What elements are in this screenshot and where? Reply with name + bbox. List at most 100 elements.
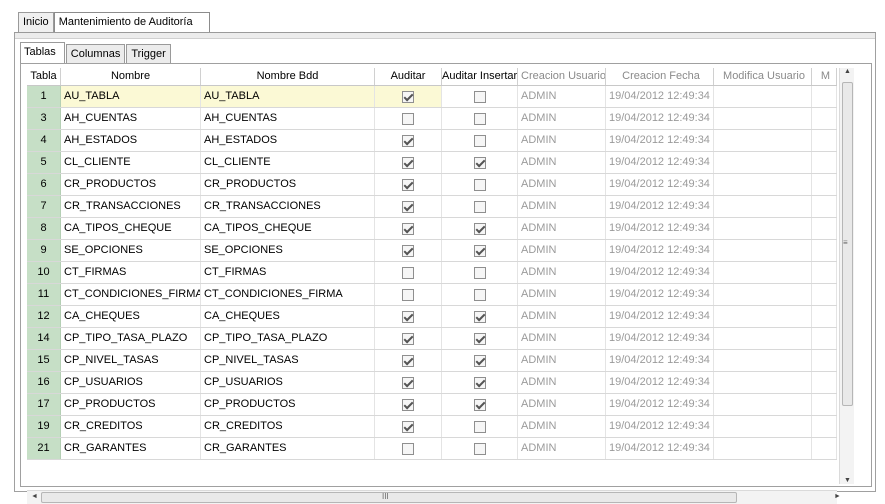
row-modifica-usuario-cell[interactable] [714, 284, 812, 305]
auditar-checkbox[interactable] [402, 266, 414, 279]
row-creacion-usuario-cell[interactable]: ADMIN [518, 130, 606, 151]
column-header-tabla[interactable]: Tabla [27, 68, 61, 85]
row-auditar-insertar-cell[interactable] [442, 218, 518, 239]
row-creacion-fecha-cell[interactable]: 19/04/2012 12:49:34 p. [606, 284, 714, 305]
row-creacion-usuario-cell[interactable]: ADMIN [518, 152, 606, 173]
row-auditar-cell[interactable] [375, 394, 442, 415]
auditar-checkbox[interactable] [402, 420, 414, 433]
row-modifica-fecha-cell[interactable] [812, 328, 837, 349]
row-creacion-fecha-cell[interactable]: 19/04/2012 12:49:34 p. [606, 262, 714, 283]
row-creacion-usuario-cell[interactable]: ADMIN [518, 86, 606, 107]
row-nombre-cell[interactable]: AH_CUENTAS [61, 108, 201, 129]
row-modifica-usuario-cell[interactable] [714, 262, 812, 283]
row-modifica-usuario-cell[interactable] [714, 394, 812, 415]
row-creacion-usuario-cell[interactable]: ADMIN [518, 284, 606, 305]
auditar-checkbox[interactable] [402, 244, 414, 257]
column-header-nombre-bdd[interactable]: Nombre Bdd [201, 68, 375, 85]
auditar-checkbox[interactable] [402, 222, 414, 235]
row-auditar-cell[interactable] [375, 174, 442, 195]
row-creacion-usuario-cell[interactable]: ADMIN [518, 174, 606, 195]
row-modifica-fecha-cell[interactable] [812, 174, 837, 195]
row-nombre-bdd-cell[interactable]: CR_PRODUCTOS [201, 174, 375, 195]
auditar-insertar-checkbox[interactable] [473, 266, 486, 279]
table-row[interactable]: 21 CR_GARANTES CR_GARANTES ADMIN 19/04/2012 … [27, 438, 837, 460]
row-modifica-fecha-cell[interactable] [812, 394, 837, 415]
row-auditar-insertar-cell[interactable] [442, 328, 518, 349]
row-creacion-usuario-cell[interactable]: ADMIN [518, 416, 606, 437]
row-creacion-usuario-cell[interactable]: ADMIN [518, 240, 606, 261]
auditar-checkbox[interactable] [402, 178, 414, 191]
row-id-cell[interactable]: 6 [27, 174, 61, 195]
auditar-insertar-checkbox[interactable] [473, 288, 486, 301]
row-nombre-cell[interactable]: CA_CHEQUES [61, 306, 201, 327]
row-nombre-cell[interactable]: SE_OPCIONES [61, 240, 201, 261]
row-nombre-bdd-cell[interactable]: SE_OPCIONES [201, 240, 375, 261]
row-nombre-bdd-cell[interactable]: CA_TIPOS_CHEQUE [201, 218, 375, 239]
row-creacion-usuario-cell[interactable]: ADMIN [518, 438, 606, 459]
row-auditar-insertar-cell[interactable] [442, 394, 518, 415]
row-auditar-insertar-cell[interactable] [442, 196, 518, 217]
row-modifica-usuario-cell[interactable] [714, 350, 812, 371]
row-auditar-insertar-cell[interactable] [442, 372, 518, 393]
auditar-checkbox[interactable] [402, 354, 414, 367]
row-auditar-insertar-cell[interactable] [442, 108, 518, 129]
row-id-cell[interactable]: 12 [27, 306, 61, 327]
row-id-cell[interactable]: 19 [27, 416, 61, 437]
column-header-auditar[interactable]: Auditar [375, 68, 442, 85]
table-row[interactable]: 7 CR_TRANSACCIONES CR_TRANSACCIONES ADMIN 19… [27, 196, 837, 218]
row-auditar-insertar-cell[interactable] [442, 350, 518, 371]
auditar-checkbox[interactable] [402, 398, 414, 411]
auditar-checkbox[interactable] [402, 156, 414, 169]
scroll-up-arrow-icon[interactable]: ▲ [840, 68, 855, 75]
row-auditar-insertar-cell[interactable] [442, 284, 518, 305]
row-creacion-usuario-cell[interactable]: ADMIN [518, 108, 606, 129]
auditar-insertar-checkbox[interactable] [473, 200, 486, 213]
tab-trigger[interactable]: Trigger [126, 44, 171, 64]
table-row[interactable]: 6 CR_PRODUCTOS CR_PRODUCTOS ADMIN 19/04/2012… [27, 174, 837, 196]
row-auditar-cell[interactable] [375, 262, 442, 283]
row-auditar-insertar-cell[interactable] [442, 86, 518, 107]
row-creacion-fecha-cell[interactable]: 19/04/2012 12:49:34 p. [606, 416, 714, 437]
row-id-cell[interactable]: 4 [27, 130, 61, 151]
row-modifica-usuario-cell[interactable] [714, 196, 812, 217]
table-row[interactable]: 3 AH_CUENTAS AH_CUENTAS ADMIN 19/04/2012 12:… [27, 108, 837, 130]
auditar-insertar-checkbox[interactable] [473, 90, 486, 103]
auditar-insertar-checkbox[interactable] [473, 310, 486, 323]
row-creacion-fecha-cell[interactable]: 19/04/2012 12:49:34 p. [606, 306, 714, 327]
row-creacion-fecha-cell[interactable]: 19/04/2012 12:49:34 p. [606, 328, 714, 349]
row-creacion-fecha-cell[interactable]: 19/04/2012 12:49:34 p. [606, 108, 714, 129]
column-header-auditar-insertar[interactable]: Auditar Insertar [442, 68, 518, 85]
row-nombre-bdd-cell[interactable]: CA_CHEQUES [201, 306, 375, 327]
row-auditar-cell[interactable] [375, 108, 442, 129]
row-creacion-fecha-cell[interactable]: 19/04/2012 12:49:34 p. [606, 218, 714, 239]
row-auditar-cell[interactable] [375, 416, 442, 437]
row-id-cell[interactable]: 1 [27, 86, 61, 107]
row-creacion-fecha-cell[interactable]: 19/04/2012 12:49:34 p. [606, 350, 714, 371]
auditar-insertar-checkbox[interactable] [473, 420, 486, 433]
auditar-checkbox[interactable] [402, 332, 414, 345]
tab-mantenimiento-auditoria[interactable]: Mantenimiento de Auditoría [53, 12, 210, 34]
table-row[interactable]: 8 CA_TIPOS_CHEQUE CA_TIPOS_CHEQUE ADMIN 19/0… [27, 218, 837, 240]
row-id-cell[interactable]: 14 [27, 328, 61, 349]
row-modifica-fecha-cell[interactable] [812, 130, 837, 151]
auditar-checkbox[interactable] [402, 442, 414, 455]
auditar-checkbox[interactable] [402, 90, 414, 103]
row-modifica-fecha-cell[interactable] [812, 284, 837, 305]
row-id-cell[interactable]: 16 [27, 372, 61, 393]
row-auditar-cell[interactable] [375, 86, 442, 107]
auditar-checkbox[interactable] [402, 112, 414, 125]
row-nombre-bdd-cell[interactable]: AH_ESTADOS [201, 130, 375, 151]
row-auditar-cell[interactable] [375, 240, 442, 261]
auditar-insertar-checkbox[interactable] [473, 354, 486, 367]
row-nombre-cell[interactable]: CR_TRANSACCIONES [61, 196, 201, 217]
row-nombre-cell[interactable]: AH_ESTADOS [61, 130, 201, 151]
row-modifica-fecha-cell[interactable] [812, 262, 837, 283]
row-creacion-fecha-cell[interactable]: 19/04/2012 12:49:34 p. [606, 372, 714, 393]
row-id-cell[interactable]: 17 [27, 394, 61, 415]
row-id-cell[interactable]: 21 [27, 438, 61, 459]
auditar-insertar-checkbox[interactable] [473, 332, 486, 345]
row-nombre-cell[interactable]: CL_CLIENTE [61, 152, 201, 173]
auditar-checkbox[interactable] [402, 376, 414, 389]
row-nombre-bdd-cell[interactable]: AH_CUENTAS [201, 108, 375, 129]
table-row[interactable]: 1 AU_TABLA AU_TABLA ADMIN 19/04/2012 12:49:3… [27, 86, 837, 108]
